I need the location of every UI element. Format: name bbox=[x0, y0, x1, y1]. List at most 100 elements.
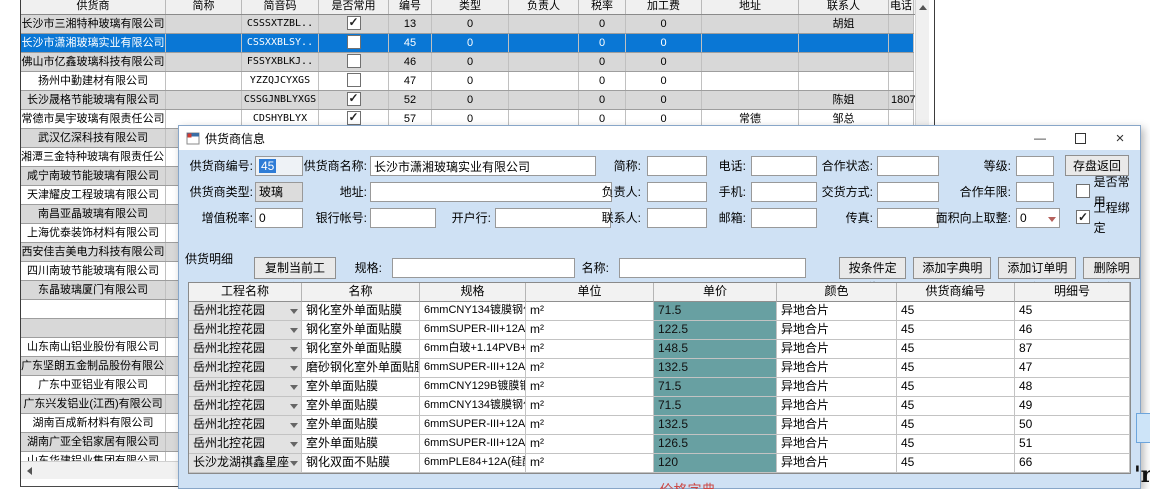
detail-name-cell[interactable]: 室外单面贴膜 bbox=[302, 416, 420, 435]
detail-color-cell[interactable]: 异地合片 bbox=[777, 378, 897, 397]
detail-row[interactable]: 岳州北控花园 室外单面贴膜 6mmCNY134镀膜钢化 m² 71.5 异地合片… bbox=[189, 397, 1130, 416]
supplier-id-cell[interactable]: 45 bbox=[389, 34, 432, 52]
supplier-address-cell[interactable] bbox=[702, 72, 799, 90]
supplier-name-cell[interactable]: 咸宁南玻节能玻璃有限公司 bbox=[21, 167, 166, 185]
project-combo-cell[interactable]: 岳州北控花园 bbox=[189, 397, 302, 416]
detail-unit-cell[interactable]: m² bbox=[526, 321, 654, 340]
detail-spec-cell[interactable]: 6mmPLE84+12A(硅酮胶... bbox=[420, 454, 526, 473]
supplier-phone-cell[interactable] bbox=[889, 72, 914, 90]
supplier-tax-cell[interactable]: 0 bbox=[579, 91, 626, 109]
detail-spec-cell[interactable]: 6mmCNY134镀膜钢化 bbox=[420, 302, 526, 321]
supplier-common-cell[interactable] bbox=[319, 53, 389, 71]
supplier-type-cell[interactable]: 0 bbox=[432, 34, 509, 52]
supplier-name-cell[interactable]: 四川南玻节能玻璃有限公司 bbox=[21, 262, 166, 280]
supplier-name-cell[interactable]: 长沙市三湘特种玻璃有限公司 bbox=[21, 15, 166, 33]
detail-id-cell[interactable]: 46 bbox=[1015, 321, 1130, 340]
detail-price-cell[interactable]: 71.5 bbox=[654, 397, 777, 416]
detail-spec-cell[interactable]: 6mmSUPER-III+12A(硅... bbox=[420, 435, 526, 454]
detail-name-cell[interactable]: 磨砂钢化室外单面贴膜 bbox=[302, 359, 420, 378]
project-bind-checkbox-row[interactable]: 工程绑定 bbox=[1076, 208, 1140, 228]
supplier-phone-cell[interactable] bbox=[889, 15, 914, 33]
detail-row[interactable]: 岳州北控花园 室外单面贴膜 6mmSUPER-III+12A(硅... m² 1… bbox=[189, 416, 1130, 435]
supplier-name-cell[interactable]: 上海优泰装饰材料有限公司 bbox=[21, 224, 166, 242]
supplier-column-header[interactable]: 供货商 bbox=[21, 0, 166, 14]
detail-supplier-id-cell[interactable]: 45 bbox=[897, 435, 1015, 454]
supplier-short-cell[interactable] bbox=[166, 72, 242, 90]
supplier-contact-cell[interactable] bbox=[799, 53, 889, 71]
detail-supplier-id-cell[interactable]: 45 bbox=[897, 302, 1015, 321]
scroll-left-button[interactable] bbox=[21, 462, 38, 479]
supplier-fee-cell[interactable]: 0 bbox=[626, 91, 702, 109]
maximize-button[interactable] bbox=[1060, 126, 1100, 150]
detail-supplier-id-cell[interactable]: 45 bbox=[897, 416, 1015, 435]
detail-column-header[interactable]: 名称 bbox=[302, 283, 420, 302]
supplier-column-header[interactable]: 是否常用 bbox=[319, 0, 389, 14]
supplier-common-cell[interactable] bbox=[319, 72, 389, 90]
detail-column-header[interactable]: 规格 bbox=[420, 283, 526, 302]
common-checkbox[interactable] bbox=[347, 92, 361, 106]
detail-name-cell[interactable]: 室外单面贴膜 bbox=[302, 378, 420, 397]
close-button[interactable]: × bbox=[1100, 126, 1140, 150]
detail-id-cell[interactable]: 87 bbox=[1015, 340, 1130, 359]
detail-price-cell[interactable]: 132.5 bbox=[654, 416, 777, 435]
supplier-name-cell[interactable]: 广东坚朗五金制品股份有限公司 bbox=[21, 357, 166, 375]
detail-supplier-id-cell[interactable]: 45 bbox=[897, 454, 1015, 473]
supplier-type-cell[interactable]: 0 bbox=[432, 53, 509, 71]
supplier-row[interactable]: 长沙市三湘特种玻璃有限公司 CSSSXTZBL.. 13 0 0 0 胡姐 bbox=[21, 15, 914, 34]
detail-color-cell[interactable]: 异地合片 bbox=[777, 359, 897, 378]
project-bind-checkbox[interactable] bbox=[1076, 210, 1090, 224]
detail-spec-cell[interactable]: 6mmCNY134镀膜钢化 bbox=[420, 397, 526, 416]
grade-field[interactable] bbox=[1016, 156, 1054, 176]
detail-price-cell[interactable]: 122.5 bbox=[654, 321, 777, 340]
detail-id-cell[interactable]: 51 bbox=[1015, 435, 1130, 454]
supplier-code-cell[interactable]: YZZQJCYXGS bbox=[242, 72, 319, 90]
detail-price-cell[interactable]: 120 bbox=[654, 454, 777, 473]
supplier-column-header[interactable]: 简称 bbox=[166, 0, 242, 14]
detail-column-header[interactable]: 单价 bbox=[654, 283, 777, 302]
detail-color-cell[interactable]: 异地合片 bbox=[777, 416, 897, 435]
supplier-address-cell[interactable] bbox=[702, 91, 799, 109]
copy-current-project-button[interactable]: 复制当前工程 bbox=[254, 257, 336, 279]
detail-unit-cell[interactable]: m² bbox=[526, 397, 654, 416]
detail-column-header[interactable]: 单位 bbox=[526, 283, 654, 302]
detail-column-header[interactable]: 供货商编号 bbox=[897, 283, 1015, 302]
supplier-name-cell[interactable] bbox=[21, 319, 166, 337]
supplier-id-cell[interactable]: 13 bbox=[389, 15, 432, 33]
supplier-manager-cell[interactable] bbox=[509, 53, 579, 71]
supplier-type-cell[interactable]: 0 bbox=[432, 91, 509, 109]
minimize-button[interactable]: — bbox=[1020, 126, 1060, 150]
supplier-manager-cell[interactable] bbox=[509, 91, 579, 109]
supplier-id-cell[interactable]: 52 bbox=[389, 91, 432, 109]
supplier-manager-cell[interactable] bbox=[509, 34, 579, 52]
detail-column-header[interactable]: 颜色 bbox=[777, 283, 897, 302]
supplier-short-cell[interactable] bbox=[166, 91, 242, 109]
supplier-contact-cell[interactable] bbox=[799, 34, 889, 52]
supplier-short-cell[interactable] bbox=[166, 34, 242, 52]
add-dictionary-detail-button[interactable]: 添加字典明细 bbox=[913, 257, 991, 279]
detail-spec-cell[interactable]: 6mmSUPER-III+12A(硅... bbox=[420, 321, 526, 340]
supplier-address-cell[interactable] bbox=[702, 53, 799, 71]
supplier-manager-cell[interactable] bbox=[509, 72, 579, 90]
supplier-phone-cell[interactable] bbox=[889, 34, 914, 52]
supplier-name-cell[interactable]: 湖南广亚全铝家居有限公司 bbox=[21, 433, 166, 451]
detail-spec-cell[interactable]: 6mmSUPER-III+12A(硅... bbox=[420, 416, 526, 435]
name-filter-input[interactable] bbox=[619, 258, 806, 278]
supplier-name-cell[interactable]: 广东中亚铝业有限公司 bbox=[21, 376, 166, 394]
supplier-code-cell[interactable]: CSSSXTZBL.. bbox=[242, 15, 319, 33]
common-checkbox[interactable] bbox=[347, 54, 361, 68]
is-common-checkbox[interactable] bbox=[1076, 184, 1090, 198]
detail-supplier-id-cell[interactable]: 45 bbox=[897, 378, 1015, 397]
detail-unit-cell[interactable]: m² bbox=[526, 302, 654, 321]
supplier-name-cell[interactable]: 长沙晟格节能玻璃有限公司 bbox=[21, 91, 166, 109]
project-combo-cell[interactable]: 岳州北控花园 bbox=[189, 359, 302, 378]
supplier-tax-cell[interactable]: 0 bbox=[579, 72, 626, 90]
project-combo-cell[interactable]: 长沙龙湖祺鑫星座 bbox=[189, 454, 302, 473]
supplier-name-cell[interactable]: 长沙市潇湘玻璃实业有限公司 bbox=[21, 34, 166, 52]
coop-status-field[interactable] bbox=[877, 156, 939, 176]
supplier-fee-cell[interactable]: 0 bbox=[626, 34, 702, 52]
supplier-name-cell[interactable]: 武汉亿深科技有限公司 bbox=[21, 129, 166, 147]
common-checkbox[interactable] bbox=[347, 73, 361, 87]
detail-supplier-id-cell[interactable]: 45 bbox=[897, 340, 1015, 359]
detail-name-cell[interactable]: 室外单面贴膜 bbox=[302, 435, 420, 454]
supplier-row[interactable]: 扬州中勤建材有限公司 YZZQJCYXGS 47 0 0 0 bbox=[21, 72, 914, 91]
